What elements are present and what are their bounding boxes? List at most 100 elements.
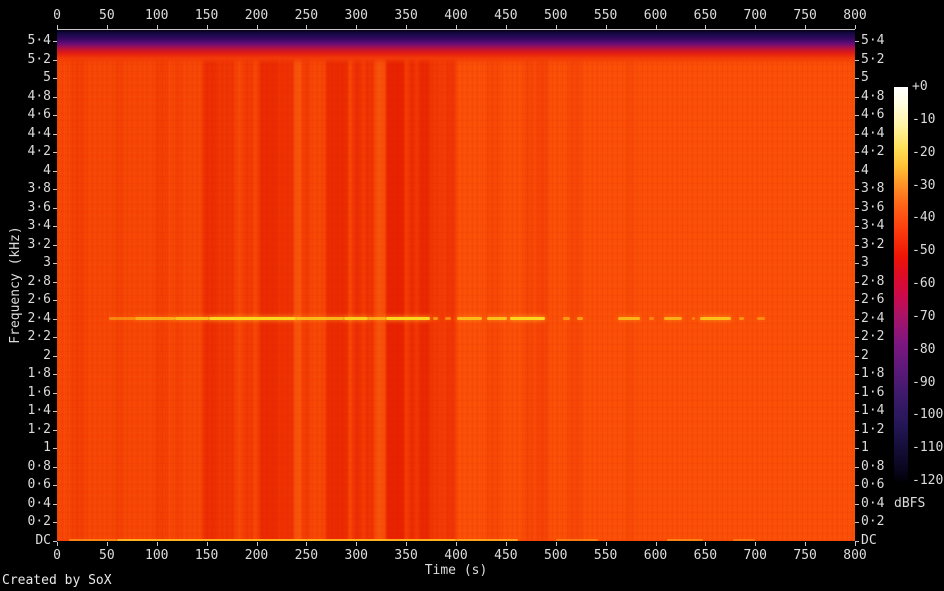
y-tick-label-right: 4·2 [861, 144, 885, 160]
x-tick-label-bottom: 750 [793, 548, 817, 563]
y-tick-label-left: DC [35, 533, 51, 548]
y-tick-label-left: 5·2 [27, 51, 51, 67]
y-tick-left [53, 115, 57, 117]
y-tick-right [855, 300, 859, 302]
tonal-line-segment [576, 317, 583, 321]
x-axis-title: Time (s) [424, 563, 488, 578]
y-axis-title: Frequency (kHz) [8, 226, 23, 344]
vertical-band [302, 30, 311, 541]
y-tick-label-left: 0·4 [27, 495, 51, 511]
y-tick-right [855, 115, 859, 117]
top-axis-line [57, 29, 855, 30]
x-tick-label-bottom: 500 [544, 548, 568, 563]
dc-line-segment [733, 538, 756, 541]
vertical-band [535, 30, 548, 541]
colorbar-tick-label: -70 [912, 308, 936, 324]
y-tick-label-left: 0·8 [27, 458, 51, 474]
y-tick-label-left: 5 [43, 70, 51, 86]
y-tick-label-left: 1·8 [27, 366, 51, 382]
y-tick-right [855, 448, 859, 450]
y-tick-left [53, 448, 57, 450]
x-tick-top [855, 25, 856, 29]
colorbar-unit-label: dBFS [894, 496, 926, 511]
y-tick-right [855, 96, 859, 98]
vertical-band [154, 30, 167, 541]
y-tick-label-right: DC [861, 533, 877, 548]
tonal-line-segment [368, 317, 387, 321]
x-tick-label-bottom: 550 [593, 548, 618, 563]
x-tick-label-top: 300 [344, 8, 368, 23]
y-tick-left [53, 189, 57, 191]
x-tick-label-top: 0 [53, 8, 61, 23]
tonal-line-segment [386, 317, 431, 321]
x-tick-label-top: 250 [294, 8, 319, 23]
top-noise-floor-band [57, 30, 855, 66]
y-tick-right [855, 152, 859, 154]
x-tick-top [106, 25, 108, 29]
y-tick-label-right: 1 [861, 440, 869, 456]
x-tick-bottom [306, 542, 308, 546]
x-tick-bottom [406, 542, 408, 546]
y-tick-left [53, 485, 57, 487]
y-tick-label-left: 4·8 [27, 88, 51, 104]
vertical-band [259, 30, 279, 541]
tonal-line-segment [648, 317, 654, 321]
y-tick-label-left: 4 [43, 162, 51, 178]
x-tick-bottom [605, 542, 607, 546]
y-tick-label-left: 1·6 [27, 384, 51, 400]
y-tick-right [855, 41, 859, 43]
y-tick-left [53, 503, 57, 505]
y-tick-left [53, 355, 57, 357]
x-tick-top [406, 25, 408, 29]
tonal-line-segment [700, 317, 732, 321]
x-tick-bottom [156, 542, 158, 546]
y-tick-left [53, 78, 57, 80]
vertical-band [625, 30, 634, 541]
y-tick-left [53, 318, 57, 320]
dc-line-segment [667, 538, 704, 541]
vertical-band [114, 30, 123, 541]
y-tick-right [855, 466, 859, 468]
colorbar-tick-label: -90 [912, 374, 936, 390]
y-tick-label-right: 3·4 [861, 218, 885, 234]
vertical-band [326, 30, 349, 541]
colorbar-tick-label: -20 [912, 144, 936, 160]
x-tick-top [555, 25, 557, 29]
y-tick-right [855, 318, 859, 320]
y-tick-left [53, 337, 57, 339]
y-tick-left [53, 41, 57, 43]
y-tick-label-right: 2·6 [861, 292, 885, 308]
y-tick-right [855, 226, 859, 228]
vertical-band [523, 30, 534, 541]
tonal-line-segment [617, 317, 640, 321]
colorbar-tick-label: -80 [912, 341, 936, 357]
x-tick-bottom [855, 542, 856, 546]
y-tick-label-right: 0·8 [861, 458, 885, 474]
x-tick-top [356, 25, 358, 29]
y-tick-label-right: 2·8 [861, 273, 885, 289]
y-tick-label-right: 4 [861, 162, 869, 178]
x-tick-label-top: 150 [194, 8, 219, 23]
y-tick-left [53, 170, 57, 172]
x-tick-top [456, 25, 457, 29]
x-tick-label-bottom: 50 [99, 548, 115, 563]
x-tick-label-top: 750 [793, 8, 817, 23]
sox-credit-text: Created by SoX [2, 573, 112, 588]
y-tick-right [855, 485, 859, 487]
x-tick-bottom [106, 542, 108, 546]
colorbar-gradient [894, 87, 908, 481]
y-tick-label-right: 0·4 [861, 495, 885, 511]
colorbar-tick-label: -110 [912, 440, 944, 456]
colorbar-tick-label: -40 [912, 210, 936, 226]
x-tick-label-bottom: 250 [294, 548, 319, 563]
y-tick-label-left: 3·6 [27, 199, 51, 215]
tonal-line-segment [486, 317, 507, 321]
tonal-line-segment [174, 317, 209, 321]
tonal-line-segment [664, 317, 683, 321]
y-tick-label-left: 1·4 [27, 403, 51, 419]
y-tick-label-left: 4·6 [27, 107, 51, 123]
y-tick-label-right: 4·6 [861, 107, 885, 123]
y-tick-left [53, 59, 57, 61]
colorbar-tick-label: -10 [912, 111, 936, 127]
x-tick-label-bottom: 0 [53, 548, 61, 563]
